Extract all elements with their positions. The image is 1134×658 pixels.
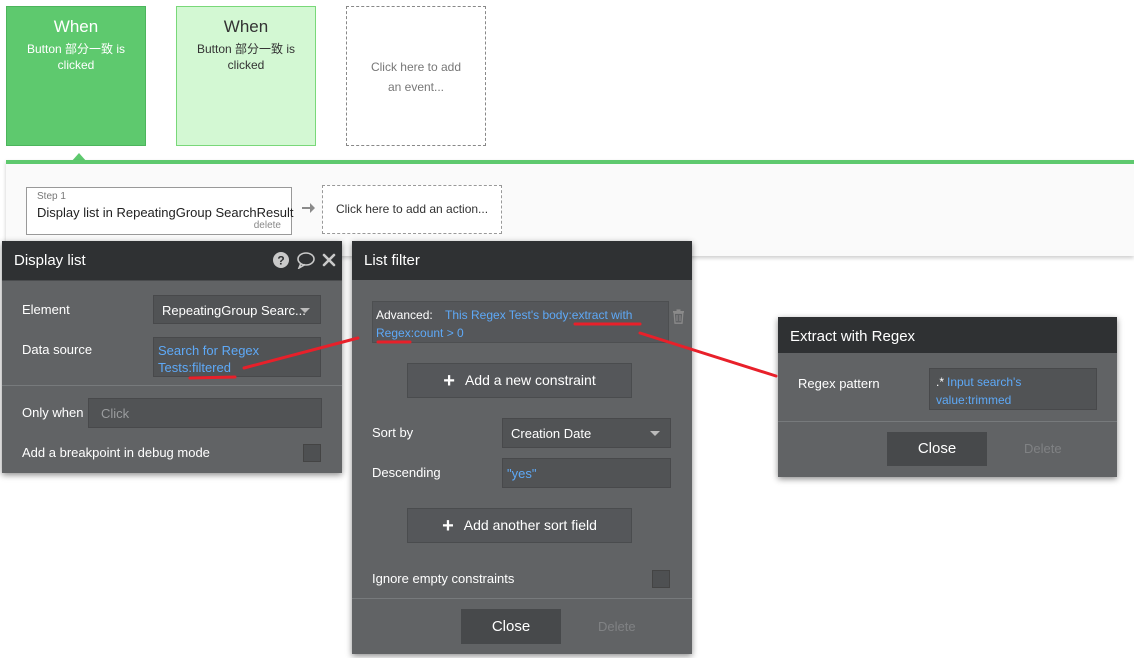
event-title: When [53,17,99,36]
panel-header: Display list ? [2,241,342,280]
display-list-panel: Display list ? Element RepeatingGroup Se… [2,241,342,473]
extract-with-regex-panel: Extract with Regex Regex pattern .* Inpu… [778,317,1117,477]
ignore-empty-label: Ignore empty constraints [372,571,515,586]
question-icon[interactable]: ? [272,251,290,269]
breakpoint-label: Add a breakpoint in debug mode [22,445,210,460]
close-button[interactable]: Close [461,609,561,644]
only-when-label: Only when [22,405,84,420]
chevron-down-icon [300,307,310,313]
add-constraint-button[interactable]: + Add a new constraint [407,363,632,398]
data-source-field[interactable]: Search for Regex Tests:filtered [153,337,321,377]
add-sort-field-button[interactable]: + Add another sort field [407,508,632,543]
event-card-button-clicked[interactable]: When Button 部分一致 is clicked [176,6,316,146]
delete-button[interactable]: Delete [1024,441,1062,456]
data-source-line2: Tests:filtered [158,360,231,375]
advanced-expression-line2: Regex:count > 0 [376,326,464,340]
plus-icon: + [443,370,455,392]
element-label: Element [22,302,70,317]
plus-icon: + [442,515,454,537]
step-1-card[interactable]: Step 1 Display list in RepeatingGroup Se… [26,187,294,235]
ignore-empty-checkbox[interactable] [652,570,670,588]
data-source-line1: Search for Regex [158,343,260,358]
delete-button[interactable]: Delete [598,619,636,634]
panel-header: List filter [352,241,692,280]
sort-by-value: Creation Date [511,426,592,441]
close-icon[interactable] [320,251,338,269]
event-text: Button 部分一致 is clicked [26,42,126,72]
only-when-placeholder: Click [101,406,130,421]
speech-bubble-icon[interactable] [296,251,315,270]
panel-title: Display list [14,252,86,269]
arrow-right-icon [300,200,316,221]
breakpoint-checkbox[interactable] [303,444,321,462]
panel-title: Extract with Regex [790,328,916,345]
panel-header: Extract with Regex [778,317,1117,353]
list-filter-panel: List filter Advanced: This Regex Test's … [352,241,692,654]
element-dropdown-value: RepeatingGroup Searc... [162,303,306,318]
element-dropdown[interactable]: RepeatingGroup Searc... [153,295,321,324]
panel-title: List filter [364,252,420,269]
descending-field[interactable]: "yes" [502,458,671,488]
add-action-button[interactable]: Click here to add an action... [322,185,502,234]
chevron-down-icon [650,431,660,436]
regex-pattern-label: Regex pattern [798,376,880,391]
regex-pattern-field[interactable]: .* Input search's value:trimmed [929,368,1097,410]
descending-value: "yes" [507,466,537,481]
descending-label: Descending [372,465,441,480]
svg-text:?: ? [277,254,284,268]
add-constraint-label: Add a new constraint [464,372,596,388]
sort-by-dropdown[interactable]: Creation Date [502,418,671,448]
advanced-expression-line1: This Regex Test's body:extract with [445,308,633,322]
only-when-input[interactable]: Click [88,398,322,428]
add-sort-field-label: Add another sort field [463,517,597,533]
trash-icon[interactable] [672,309,685,328]
advanced-label: Advanced: [376,308,433,322]
event-text: Button 部分一致 is clicked [196,42,296,72]
step-delete-link[interactable]: delete [254,220,281,231]
regex-pattern-prefix: .* [936,375,945,389]
sort-by-label: Sort by [372,425,414,440]
add-event-text: Click here to add an event... [370,60,462,94]
event-card-button-clicked-active[interactable]: When Button 部分一致 is clicked [6,6,146,146]
regex-pattern-line2: value:trimmed [936,393,1012,407]
data-source-label: Data source [22,342,93,357]
event-title: When [223,17,269,36]
advanced-constraint[interactable]: Advanced: This Regex Test's body:extract… [372,301,669,343]
close-button[interactable]: Close [887,432,987,466]
regex-pattern-line1: Input search's [947,375,1022,389]
step-description: Display list in RepeatingGroup SearchRes… [37,205,294,220]
step-number: Step 1 [37,191,66,202]
add-event-card[interactable]: Click here to add an event... [346,6,486,146]
